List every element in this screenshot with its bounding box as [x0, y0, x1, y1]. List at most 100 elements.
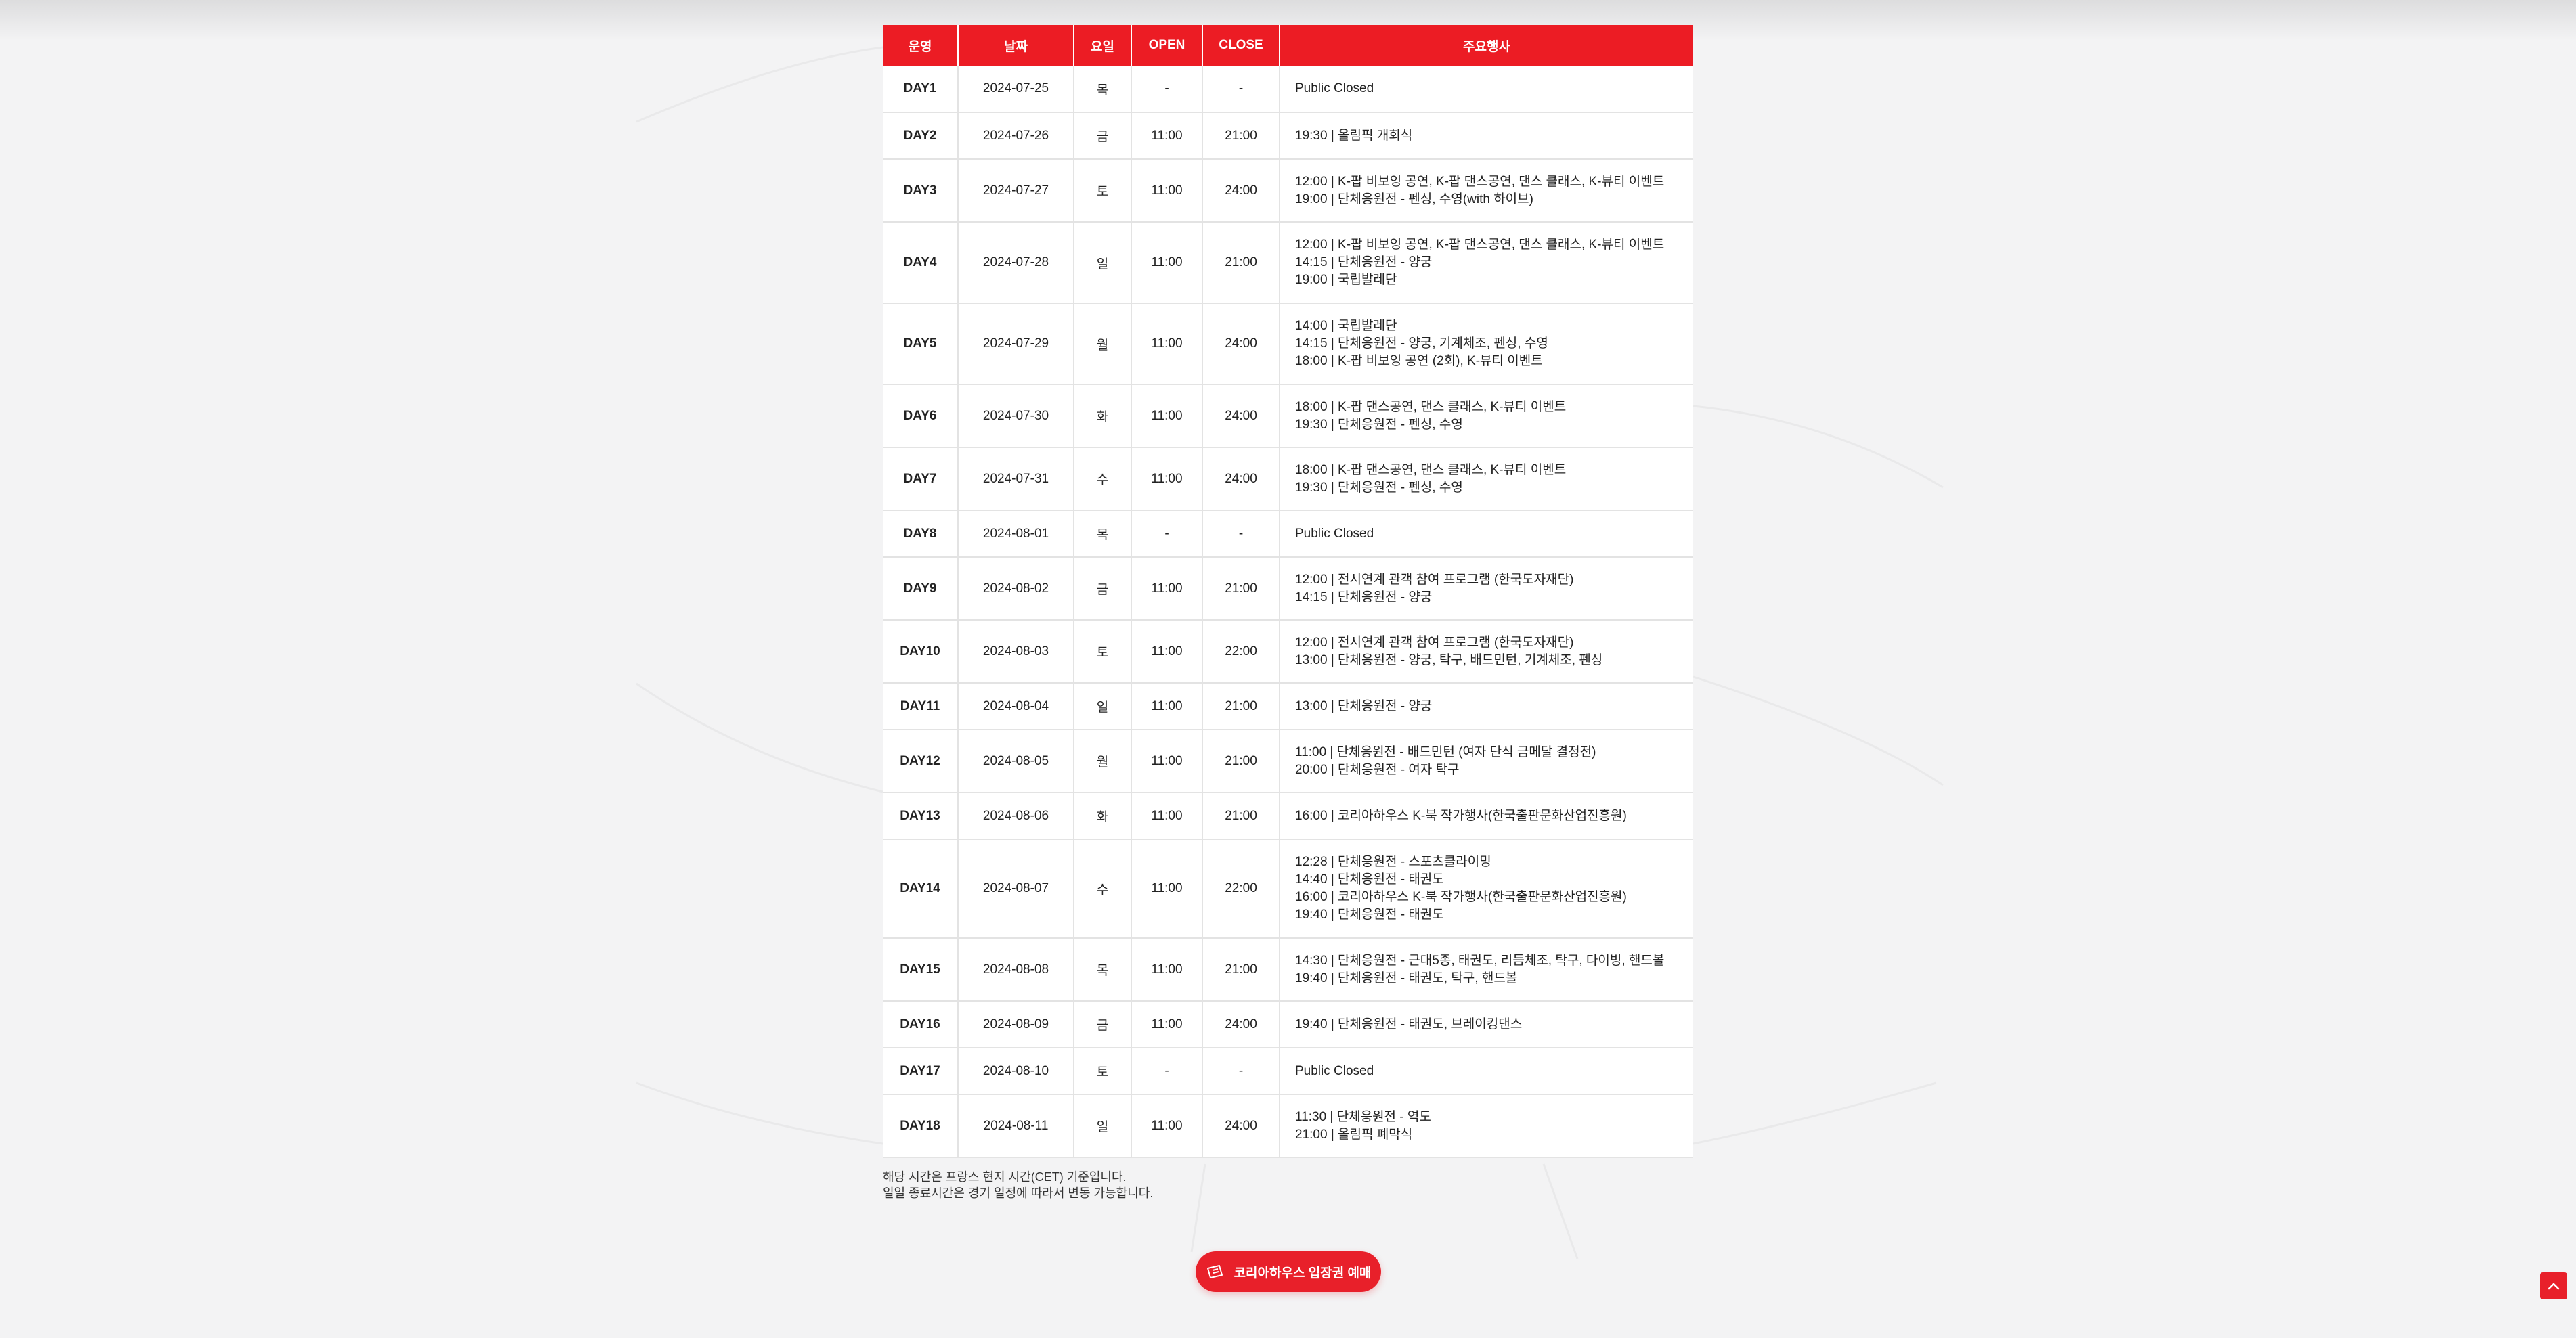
header-day: 운영 [883, 25, 959, 66]
event-line: Public Closed [1295, 1063, 1374, 1078]
day-cell: DAY14 [883, 839, 959, 939]
date-cell: 2024-08-03 [958, 620, 1074, 684]
date-cell: 2024-08-11 [958, 1094, 1074, 1158]
close-cell: - [1202, 66, 1280, 113]
day-cell: DAY2 [883, 112, 959, 160]
open-cell: 11:00 [1131, 303, 1203, 385]
open-cell: 11:00 [1131, 159, 1203, 223]
schedule-section: 운영 날짜 요일 OPEN CLOSE 주요행사 DAY1 2024-07-25 목… [883, 25, 1693, 1201]
close-cell: 24:00 [1202, 159, 1280, 223]
open-cell: 11:00 [1131, 557, 1203, 621]
open-cell: 11:00 [1131, 384, 1203, 448]
event-line: 16:00 | 코리아하우스 K-북 작가행사(한국출판문화산업진흥원) [1295, 890, 1627, 904]
date-cell: 2024-08-01 [958, 510, 1074, 558]
close-cell: 21:00 [1202, 730, 1280, 793]
open-cell: 11:00 [1131, 222, 1203, 304]
table-row: DAY5 2024-07-29 월 11:00 24:00 14:00 | 국립발레단 14… [883, 303, 1693, 385]
note-closing-time: 일일 종료시간은 경기 일정에 따라서 변동 가능합니다. [883, 1186, 1154, 1200]
date-cell: 2024-08-05 [958, 730, 1074, 793]
schedule-table: 운영 날짜 요일 OPEN CLOSE 주요행사 DAY1 2024-07-25 목… [883, 25, 1693, 1158]
events-cell: 16:00 | 코리아하우스 K-북 작가행사(한국출판문화산업진흥원) [1280, 793, 1693, 840]
events-cell: 19:30 | 올림픽 개회식 [1280, 112, 1693, 160]
close-cell: 21:00 [1202, 683, 1280, 730]
ticket-purchase-button[interactable]: 코리아하우스 입장권 예매 [1196, 1251, 1381, 1292]
table-row: DAY7 2024-07-31 수 11:00 24:00 18:00 | K-팝 댄스공… [883, 447, 1693, 511]
close-cell: 22:00 [1202, 839, 1280, 939]
date-cell: 2024-08-04 [958, 683, 1074, 730]
close-cell: 24:00 [1202, 1001, 1280, 1048]
day-cell: DAY8 [883, 510, 959, 558]
open-cell: - [1131, 1048, 1203, 1095]
event-line: 19:40 | 단체응원전 - 태권도, 브레이킹댄스 [1295, 1017, 1523, 1031]
event-line: 12:28 | 단체응원전 - 스포츠클라이밍 [1295, 855, 1491, 869]
events-cell: 18:00 | K-팝 댄스공연, 댄스 클래스, K-뷰티 이벤트 19:30 … [1280, 384, 1693, 448]
close-cell: - [1202, 510, 1280, 558]
event-line: 19:30 | 단체응원전 - 펜싱, 수영 [1295, 480, 1463, 495]
event-line: 19:40 | 단체응원전 - 태권도, 탁구, 핸드볼 [1295, 971, 1518, 985]
schedule-body: DAY1 2024-07-25 목 - - Public Closed DAY2 2024-0… [883, 66, 1693, 1158]
events-cell: 18:00 | K-팝 댄스공연, 댄스 클래스, K-뷰티 이벤트 19:30 … [1280, 447, 1693, 511]
close-cell: 24:00 [1202, 303, 1280, 385]
table-row: DAY15 2024-08-08 목 11:00 21:00 14:30 | 단체응원전 … [883, 938, 1693, 1002]
event-line: 12:00 | K-팝 비보잉 공연, K-팝 댄스공연, 댄스 클래스, K-… [1295, 174, 1665, 189]
event-line: 14:30 | 단체응원전 - 근대5종, 태권도, 리듬체조, 탁구, 다이빙… [1295, 953, 1665, 968]
day-cell: DAY16 [883, 1001, 959, 1048]
table-row: DAY11 2024-08-04 일 11:00 21:00 13:00 | 단체응원전 … [883, 683, 1693, 730]
date-cell: 2024-07-25 [958, 66, 1074, 113]
date-cell: 2024-08-07 [958, 839, 1074, 939]
weekday-cell: 목 [1074, 938, 1132, 1002]
date-cell: 2024-08-10 [958, 1048, 1074, 1095]
day-cell: DAY1 [883, 66, 959, 113]
event-line: 18:00 | K-팝 댄스공연, 댄스 클래스, K-뷰티 이벤트 [1295, 462, 1567, 477]
events-cell: 12:00 | K-팝 비보잉 공연, K-팝 댄스공연, 댄스 클래스, K-… [1280, 222, 1693, 304]
table-row: DAY10 2024-08-03 토 11:00 22:00 12:00 | 전시연계 관… [883, 620, 1693, 684]
weekday-cell: 수 [1074, 447, 1132, 511]
weekday-cell: 토 [1074, 159, 1132, 223]
note-timezone: 해당 시간은 프랑스 현지 시간(CET) 기준입니다. [883, 1170, 1127, 1184]
events-cell: Public Closed [1280, 1048, 1693, 1095]
events-cell: Public Closed [1280, 510, 1693, 558]
header-events: 주요행사 [1280, 25, 1693, 66]
close-cell: 24:00 [1202, 447, 1280, 511]
event-line: 14:40 | 단체응원전 - 태권도 [1295, 872, 1444, 887]
day-cell: DAY12 [883, 730, 959, 793]
day-cell: DAY15 [883, 938, 959, 1002]
day-cell: DAY11 [883, 683, 959, 730]
ticket-icon [1206, 1265, 1223, 1278]
notes: 해당 시간은 프랑스 현지 시간(CET) 기준입니다. 일일 종료시간은 경기… [883, 1169, 1693, 1201]
event-line: 19:30 | 올림픽 개회식 [1295, 128, 1413, 143]
event-line: Public Closed [1295, 526, 1374, 541]
close-cell: 21:00 [1202, 938, 1280, 1002]
weekday-cell: 금 [1074, 1001, 1132, 1048]
event-line: 13:00 | 단체응원전 - 양궁, 탁구, 배드민턴, 기계체조, 펜싱 [1295, 652, 1603, 667]
ticket-button-label: 코리아하우스 입장권 예매 [1234, 1266, 1372, 1280]
open-cell: 11:00 [1131, 730, 1203, 793]
day-cell: DAY7 [883, 447, 959, 511]
table-row: DAY6 2024-07-30 화 11:00 24:00 18:00 | K-팝 댄스공… [883, 384, 1693, 448]
date-cell: 2024-07-28 [958, 222, 1074, 304]
date-cell: 2024-07-30 [958, 384, 1074, 448]
table-row: DAY4 2024-07-28 일 11:00 21:00 12:00 | K-팝 비보잉… [883, 222, 1693, 304]
header-close: CLOSE [1202, 25, 1280, 66]
close-cell: 22:00 [1202, 620, 1280, 684]
event-line: 14:00 | 국립발레단 [1295, 319, 1397, 333]
day-cell: DAY9 [883, 557, 959, 621]
table-row: DAY14 2024-08-07 수 11:00 22:00 12:28 | 단체응원전 … [883, 839, 1693, 939]
table-row: DAY13 2024-08-06 화 11:00 21:00 16:00 | 코리아하우스… [883, 793, 1693, 840]
date-cell: 2024-08-02 [958, 557, 1074, 621]
events-cell: 14:30 | 단체응원전 - 근대5종, 태권도, 리듬체조, 탁구, 다이빙… [1280, 938, 1693, 1002]
event-line: 18:00 | K-팝 비보잉 공연 (2회), K-뷰티 이벤트 [1295, 354, 1543, 368]
weekday-cell: 월 [1074, 730, 1132, 793]
weekday-cell: 일 [1074, 222, 1132, 304]
header-open: OPEN [1131, 25, 1203, 66]
event-line: 18:00 | K-팝 댄스공연, 댄스 클래스, K-뷰티 이벤트 [1295, 399, 1567, 414]
event-line: 12:00 | 전시연계 관객 참여 프로그램 (한국도자재단) [1295, 572, 1574, 587]
event-line: 11:30 | 단체응원전 - 역도 [1295, 1109, 1431, 1124]
scroll-top-button[interactable] [2540, 1272, 2567, 1299]
weekday-cell: 일 [1074, 1094, 1132, 1158]
close-cell: 21:00 [1202, 793, 1280, 840]
events-cell: 13:00 | 단체응원전 - 양궁 [1280, 683, 1693, 730]
weekday-cell: 금 [1074, 112, 1132, 160]
open-cell: - [1131, 66, 1203, 113]
weekday-cell: 목 [1074, 510, 1132, 558]
